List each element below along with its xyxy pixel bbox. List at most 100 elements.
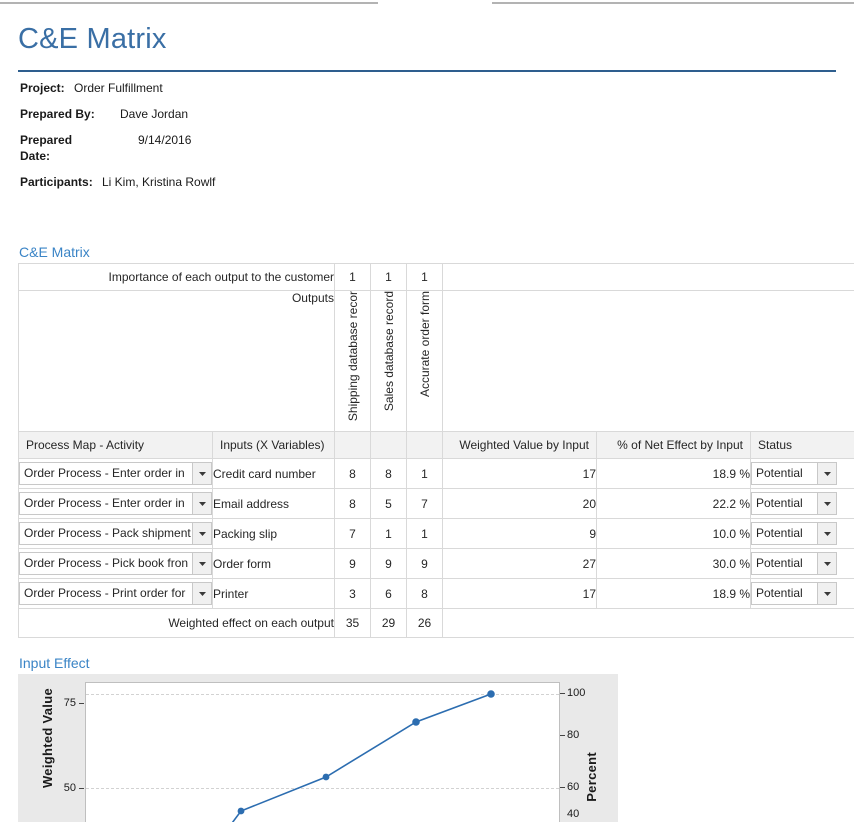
data-point-4 xyxy=(412,718,420,726)
output-2-cell: 5 xyxy=(371,489,407,519)
weighted-value-cell: 9 xyxy=(443,519,597,549)
activity-cell[interactable]: Order Process - Print order for xyxy=(19,579,213,609)
status-dropdown-value: Potential xyxy=(752,553,817,574)
output-1-cell: 8 xyxy=(335,459,371,489)
pct-net-effect-cell: 18.9 % xyxy=(597,459,751,489)
col-header-status: Status xyxy=(751,432,854,459)
chevron-down-icon[interactable] xyxy=(817,463,836,484)
importance-value-3: 1 xyxy=(407,264,443,291)
title-divider xyxy=(18,70,836,72)
output-2-cell: 8 xyxy=(371,459,407,489)
ytick-right-100: 100 xyxy=(567,687,597,699)
status-dropdown[interactable]: Potential xyxy=(751,522,837,545)
status-dropdown-value: Potential xyxy=(752,493,817,514)
chevron-down-icon[interactable] xyxy=(192,523,211,544)
table-row: Order Process - Enter order in Email add… xyxy=(19,489,854,519)
input-cell: Credit card number xyxy=(213,459,335,489)
col-header-output-2 xyxy=(371,432,407,459)
pct-net-effect-cell: 30.0 % xyxy=(597,549,751,579)
participants-label: Participants: xyxy=(20,174,104,190)
output-3-cell: 1 xyxy=(407,459,443,489)
activity-dropdown[interactable]: Order Process - Enter order in xyxy=(19,462,212,485)
activity-dropdown[interactable]: Order Process - Pick book fron xyxy=(19,552,212,575)
activity-dropdown-value: Order Process - Pack shipment xyxy=(20,523,192,544)
ytick-right-80: 80 xyxy=(567,729,597,741)
activity-cell[interactable]: Order Process - Pack shipment xyxy=(19,519,213,549)
activity-dropdown-value: Order Process - Enter order in xyxy=(20,493,192,514)
importance-label: Importance of each output to the custome… xyxy=(19,264,335,291)
output-header-2-text: Sales database record xyxy=(372,291,406,411)
activity-dropdown[interactable]: Order Process - Print order for xyxy=(19,582,212,605)
chevron-down-icon[interactable] xyxy=(192,493,211,514)
status-dropdown-value: Potential xyxy=(752,523,817,544)
status-cell[interactable]: Potential xyxy=(751,459,854,489)
activity-cell[interactable]: Order Process - Enter order in xyxy=(19,489,213,519)
total-output-1: 35 xyxy=(335,609,371,638)
activity-cell[interactable]: Order Process - Pick book fron xyxy=(19,549,213,579)
section-heading-input-effect: Input Effect xyxy=(19,655,90,671)
status-cell[interactable]: Potential xyxy=(751,579,854,609)
total-output-2: 29 xyxy=(371,609,407,638)
activity-cell[interactable]: Order Process - Enter order in xyxy=(19,459,213,489)
status-cell[interactable]: Potential xyxy=(751,519,854,549)
importance-value-2: 1 xyxy=(371,264,407,291)
outputs-row: Outputs Shipping database recor Sales da… xyxy=(19,291,854,432)
chevron-down-icon[interactable] xyxy=(817,523,836,544)
status-dropdown[interactable]: Potential xyxy=(751,552,837,575)
outputs-row-filler xyxy=(443,291,854,432)
chevron-down-icon[interactable] xyxy=(817,553,836,574)
chart-y-axis-label: Weighted Value xyxy=(40,688,55,788)
tickmark-right-60 xyxy=(560,787,565,788)
col-header-process-map: Process Map - Activity xyxy=(19,432,213,459)
chart-series-svg xyxy=(86,683,561,822)
table-row: Order Process - Pick book fron Order for… xyxy=(19,549,854,579)
output-2-cell: 1 xyxy=(371,519,407,549)
output-2-cell: 9 xyxy=(371,549,407,579)
status-dropdown-value: Potential xyxy=(752,463,817,484)
data-point-3 xyxy=(323,774,330,781)
chevron-down-icon[interactable] xyxy=(192,583,211,604)
chart-plot-area xyxy=(85,682,560,822)
output-header-3: Accurate order form xyxy=(407,291,443,432)
prepared-date-value: 9/14/2016 xyxy=(138,132,191,148)
input-cell: Email address xyxy=(213,489,335,519)
output-3-cell: 1 xyxy=(407,519,443,549)
output-1-cell: 8 xyxy=(335,489,371,519)
importance-row-filler xyxy=(443,264,854,291)
activity-dropdown[interactable]: Order Process - Pack shipment xyxy=(19,522,212,545)
status-dropdown[interactable]: Potential xyxy=(751,462,837,485)
status-dropdown[interactable]: Potential xyxy=(751,492,837,515)
tickmark-right-100 xyxy=(560,693,565,694)
chevron-down-icon[interactable] xyxy=(817,583,836,604)
prepared-by-value: Dave Jordan xyxy=(120,106,188,122)
chevron-down-icon[interactable] xyxy=(817,493,836,514)
activity-dropdown[interactable]: Order Process - Enter order in xyxy=(19,492,212,515)
totals-row: Weighted effect on each output 35 29 26 xyxy=(19,609,854,638)
participants-value: Li Kim, Kristina Rowlf xyxy=(102,174,215,190)
input-cell: Order form xyxy=(213,549,335,579)
ytick-right-40: 40 xyxy=(567,808,597,820)
data-point-2 xyxy=(238,808,245,815)
pct-net-effect-cell: 18.9 % xyxy=(597,579,751,609)
importance-value-1: 1 xyxy=(335,264,371,291)
prepared-date-label: Prepared Date: xyxy=(20,132,98,164)
status-dropdown[interactable]: Potential xyxy=(751,582,837,605)
col-header-output-3 xyxy=(407,432,443,459)
output-header-1: Shipping database recor xyxy=(335,291,371,432)
chevron-down-icon[interactable] xyxy=(192,463,211,484)
meta-row-project: Project: Order Fulfillment xyxy=(20,80,620,96)
report-page: C&E Matrix Project: Order Fulfillment Pr… xyxy=(0,0,854,822)
col-header-weighted-value: Weighted Value by Input xyxy=(443,432,597,459)
chevron-down-icon[interactable] xyxy=(192,553,211,574)
tickmark-left-75 xyxy=(79,703,84,704)
prepared-by-label: Prepared By: xyxy=(20,106,98,122)
status-cell[interactable]: Potential xyxy=(751,489,854,519)
activity-dropdown-value: Order Process - Print order for xyxy=(20,583,192,604)
table-row: Order Process - Enter order in Credit ca… xyxy=(19,459,854,489)
status-cell[interactable]: Potential xyxy=(751,549,854,579)
col-header-pct-net-effect: % of Net Effect by Input xyxy=(597,432,751,459)
data-point-5 xyxy=(487,690,495,698)
weighted-value-cell: 20 xyxy=(443,489,597,519)
meta-row-prepared-date: Prepared Date: 9/14/2016 xyxy=(20,132,620,164)
output-1-cell: 3 xyxy=(335,579,371,609)
